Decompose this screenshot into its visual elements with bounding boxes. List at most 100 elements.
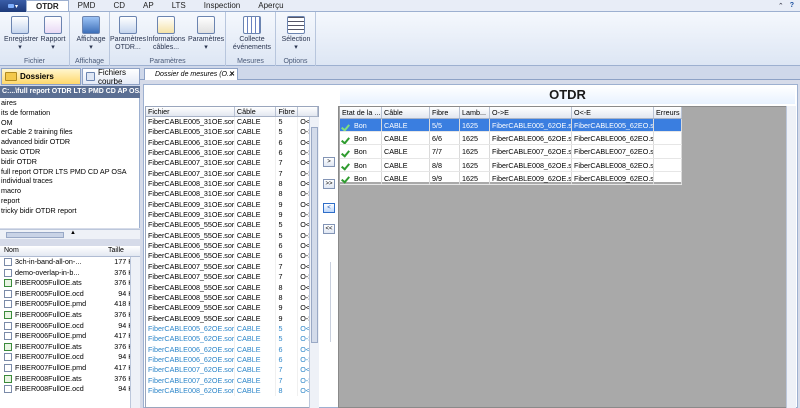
- tree-item[interactable]: macro: [0, 186, 139, 196]
- table-row[interactable]: FiberCABLE007_62OE.sor CABLE 7 O<-: [146, 365, 318, 376]
- remove-selected-button[interactable]: <: [323, 203, 335, 213]
- column-header-cable[interactable]: Câble: [382, 107, 430, 118]
- tab-inspection[interactable]: Inspection: [195, 0, 249, 11]
- tab-dossier-de-mesures[interactable]: Dossier de mesures (O... ✕: [144, 68, 238, 80]
- column-header-etat[interactable]: Etat de la ...: [340, 107, 382, 118]
- splitter-handle-icon[interactable]: ▲: [70, 230, 76, 236]
- table-row[interactable]: FiberCABLE005_31OE.sor CABLE 5 O<-: [146, 117, 318, 128]
- tab-cd[interactable]: CD: [104, 0, 134, 11]
- tab-pmd[interactable]: PMD: [69, 0, 105, 11]
- remove-all-button[interactable]: <<: [323, 224, 335, 234]
- tree-item[interactable]: report: [0, 196, 139, 206]
- table-row[interactable]: FiberCABLE005_31OE.sor CABLE 5 O->: [146, 127, 318, 138]
- tree-item[interactable]: aires: [0, 98, 139, 108]
- table-row[interactable]: FiberCABLE009_55OE.sor CABLE 9 O->: [146, 313, 318, 324]
- table-row[interactable]: FiberCABLE007_31OE.sor CABLE 7 O<-: [146, 158, 318, 169]
- table-row[interactable]: FiberCABLE009_31OE.sor CABLE 9 O->: [146, 210, 318, 221]
- tab-ap[interactable]: AP: [134, 0, 163, 11]
- table-row[interactable]: FiberCABLE009_55OE.sor CABLE 9 O<-: [146, 303, 318, 314]
- column-header-o-e-reverse[interactable]: O<-E: [572, 107, 654, 118]
- column-header-cable[interactable]: Câble: [235, 107, 277, 116]
- add-selected-button[interactable]: >: [323, 157, 335, 167]
- tree-item[interactable]: full report OTDR LTS PMD CD AP OSA: [0, 167, 139, 177]
- column-header-fibre[interactable]: Fibre: [430, 107, 460, 118]
- file-list-item[interactable]: 3ch-in-band-all-on-... 177 Ko: [0, 257, 140, 268]
- tree-item[interactable]: individual traces: [0, 176, 139, 186]
- application-menu-button[interactable]: ▾: [0, 0, 26, 12]
- tree-item[interactable]: tricky bidir OTDR report: [0, 206, 139, 216]
- file-list-item[interactable]: FIBER008FullOE.ats 376 Ko: [0, 374, 140, 385]
- tree-horizontal-scrollbar[interactable]: ▲: [0, 229, 140, 239]
- file-list-item[interactable]: FIBER005FullOE.pmd 418 Ko: [0, 299, 140, 310]
- table-row[interactable]: FiberCABLE006_55OE.sor CABLE 6 O<-: [146, 241, 318, 252]
- column-header-erreurs[interactable]: Erreurs: [654, 107, 682, 118]
- ribbon-collapse-icon[interactable]: ⌃: [778, 2, 784, 10]
- informations-cables-button[interactable]: Informations câbles...: [146, 16, 186, 52]
- tree-item[interactable]: erCable 2 training files: [0, 127, 139, 137]
- table-row[interactable]: FiberCABLE007_55OE.sor CABLE 7 O->: [146, 272, 318, 283]
- column-header-o-e[interactable]: O->E: [490, 107, 572, 118]
- table-row[interactable]: Bon CABLE 7/7 1625 FiberCABLE007_62OE.sor Fib…: [340, 145, 682, 159]
- table-row[interactable]: Bon CABLE 8/8 1625 FiberCABLE008_62OE.sor Fib…: [340, 158, 682, 172]
- file-list-item[interactable]: FIBER005FullOE.ats 376 Ko: [0, 278, 140, 289]
- scroll-thumb[interactable]: [311, 127, 318, 343]
- table-row[interactable]: FiberCABLE008_31OE.sor CABLE 8 O<-: [146, 179, 318, 190]
- close-icon[interactable]: ✕: [229, 69, 235, 80]
- enregistrer-button[interactable]: Enregistrer ▾: [4, 16, 38, 52]
- file-list-item[interactable]: FIBER005FullOE.ocd 94 Ko: [0, 289, 140, 300]
- affichage-button[interactable]: Affichage ▾: [74, 16, 108, 52]
- table-row[interactable]: FiberCABLE007_31OE.sor CABLE 7 O->: [146, 168, 318, 180]
- file-list-item[interactable]: FIBER006FullOE.pmd 417 Ko: [0, 331, 140, 342]
- table-row[interactable]: FiberCABLE005_62OE.sor CABLE 5 O<-: [146, 323, 318, 335]
- tree-item[interactable]: OM: [0, 118, 139, 128]
- file-list-item[interactable]: FIBER007FullOE.ocd 94 Ko: [0, 352, 140, 363]
- table-row[interactable]: FiberCABLE006_62OE.sor CABLE 6 O->: [146, 354, 318, 366]
- file-list-item[interactable]: FIBER007FullOE.ats 376 Ko: [0, 342, 140, 353]
- table-row[interactable]: FiberCABLE005_55OE.sor CABLE 5 O->: [146, 230, 318, 242]
- table-row[interactable]: FiberCABLE007_62OE.sor CABLE 7 O->: [146, 375, 318, 386]
- collecte-evenements-button[interactable]: Collecte événements: [230, 16, 274, 52]
- column-header-fibre[interactable]: Fibre: [276, 107, 299, 116]
- tree-item[interactable]: advanced bidir OTDR: [0, 137, 139, 147]
- table-row[interactable]: Bon CABLE 5/5 1625 FiberCABLE005_62OE.sor Fib…: [340, 119, 682, 133]
- table-row[interactable]: FiberCABLE008_62OE.sor CABLE 8 O<-: [146, 385, 318, 397]
- table-row[interactable]: FiberCABLE005_55OE.sor CABLE 5 O<-: [146, 220, 318, 231]
- tab-otdr[interactable]: OTDR: [26, 0, 69, 11]
- tree-item[interactable]: its de formation: [0, 108, 139, 118]
- table-row[interactable]: FiberCABLE008_55OE.sor CABLE 8 O->: [146, 292, 318, 304]
- tab-aper-u[interactable]: Aperçu: [249, 0, 292, 11]
- column-header-nom[interactable]: Nom: [4, 247, 19, 254]
- tab-lts[interactable]: LTS: [163, 0, 195, 11]
- file-list-item[interactable]: FIBER006FullOE.ats 376 Ko: [0, 310, 140, 321]
- pairs-area-scrollbar[interactable]: [786, 106, 796, 408]
- column-header-lambda[interactable]: Lamb...: [460, 107, 490, 118]
- table-row[interactable]: FiberCABLE008_55OE.sor CABLE 8 O<-: [146, 282, 318, 293]
- file-list-vertical-scrollbar[interactable]: [130, 257, 140, 408]
- rapport-button[interactable]: Rapport ▾: [38, 16, 68, 52]
- parametres-otdr-button[interactable]: Paramètres OTDR...: [110, 16, 146, 52]
- table-row[interactable]: FiberCABLE006_31OE.sor CABLE 6 O<-: [146, 137, 318, 149]
- selection-button[interactable]: Sélection ▾: [279, 16, 313, 52]
- file-list-item[interactable]: FIBER008FullOE.ocd 94 Ko: [0, 384, 140, 395]
- column-header-direction[interactable]: [298, 107, 318, 116]
- help-icon[interactable]: ?: [790, 2, 794, 9]
- table-row[interactable]: FiberCABLE007_55OE.sor CABLE 7 O<-: [146, 261, 318, 273]
- file-list-item[interactable]: FIBER006FullOE.ocd 94 Ko: [0, 321, 140, 332]
- column-header-taille[interactable]: Taille: [108, 247, 124, 254]
- add-all-button[interactable]: >>: [323, 179, 335, 189]
- table-row[interactable]: FiberCABLE008_31OE.sor CABLE 8 O->: [146, 189, 318, 200]
- file-list-item[interactable]: FIBER007FullOE.pmd 417 Ko: [0, 363, 140, 374]
- file-list-item[interactable]: demo-overlap-in-b... 376 Ko: [0, 268, 140, 279]
- parametres-button[interactable]: Paramètres ▾: [188, 16, 224, 52]
- tab-fichiers-courbe[interactable]: Fichiers courbe: [82, 68, 140, 86]
- table-row[interactable]: FiberCABLE006_31OE.sor CABLE 6 O->: [146, 148, 318, 159]
- table-row[interactable]: FiberCABLE005_62OE.sor CABLE 5 O->: [146, 334, 318, 345]
- column-header-fichier[interactable]: Fichier: [146, 107, 235, 116]
- tab-dossiers[interactable]: Dossiers: [1, 68, 81, 85]
- table-row[interactable]: Bon CABLE 6/6 1625 FiberCABLE006_62OE.sor Fib…: [340, 132, 682, 146]
- tree-item[interactable]: bidir OTDR: [0, 157, 139, 167]
- panel-splitter[interactable]: [330, 262, 331, 342]
- scroll-thumb[interactable]: [6, 232, 64, 238]
- table-row[interactable]: FiberCABLE006_62OE.sor CABLE 6 O<-: [146, 344, 318, 355]
- trace-grid-scrollbar[interactable]: [309, 117, 319, 408]
